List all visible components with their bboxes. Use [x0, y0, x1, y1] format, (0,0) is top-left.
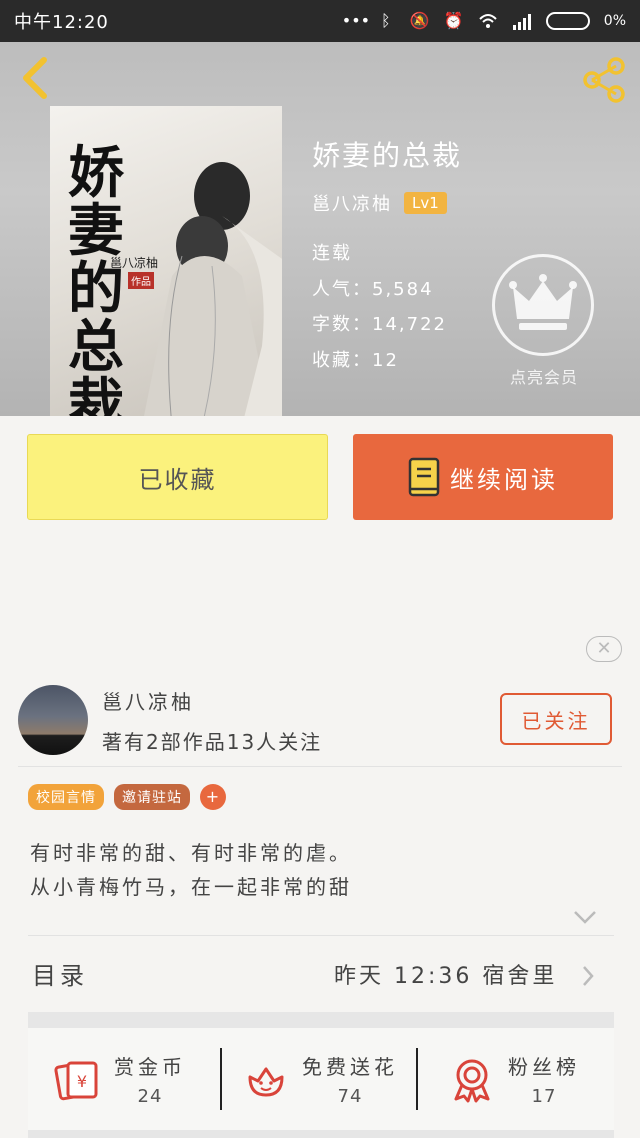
status-bar: 中午12:20 ••• ᛒ 🔕 ⏰ 0%: [0, 0, 640, 42]
book-favorites: 收藏：12: [312, 349, 399, 371]
book-title: 娇妻的总裁: [312, 139, 463, 172]
stat-value: 74: [337, 1086, 363, 1107]
divider: [28, 935, 614, 936]
separator: [220, 1048, 222, 1110]
book-description: 有时非常的甜、有时非常的虐。 从小青梅竹马，在一起非常的甜: [30, 836, 352, 904]
status-time: 中午12:20: [14, 12, 109, 33]
toc-label[interactable]: 目录: [32, 956, 88, 991]
chevron-down-icon[interactable]: [572, 908, 598, 926]
share-button[interactable]: [580, 56, 628, 104]
follow-label: 已关注: [521, 708, 591, 733]
tag-invite-resident[interactable]: 邀请驻站: [114, 784, 190, 810]
book-icon: [408, 457, 440, 497]
separator: [416, 1048, 418, 1110]
flower-icon: [248, 1067, 284, 1097]
medal-icon: [454, 1059, 490, 1103]
tag-list: 校园言情 邀请驻站 +: [28, 784, 226, 810]
stat-value: 17: [531, 1086, 557, 1107]
book-status: 连载: [312, 243, 352, 264]
latest-chapter[interactable]: 昨天 12:36 宿舍里: [334, 958, 557, 990]
more-dots-icon: •••: [341, 11, 371, 30]
book-header: 娇妻的总裁 邕八凉柚 作品 娇妻的总裁 邕八凉柚 Lv1 连载 人气：5,584…: [0, 42, 640, 416]
follow-button[interactable]: 已关注: [500, 693, 612, 745]
mute-icon: 🔕: [409, 11, 430, 30]
author-stats: 著有2部作品13人关注: [102, 730, 323, 754]
cover-title: 娇妻的总裁: [68, 140, 124, 416]
book-popularity: 人气：5,584: [312, 278, 434, 300]
stat-value: 24: [137, 1086, 163, 1107]
author-name[interactable]: 邕八凉柚: [102, 686, 194, 715]
continue-reading-button[interactable]: 继续阅读: [353, 434, 613, 520]
battery-percent: 0%: [603, 13, 626, 29]
section-gap: [28, 1012, 614, 1028]
battery-icon: [545, 12, 590, 30]
reward-coins[interactable]: ¥ 赏金币 24: [54, 1048, 186, 1110]
add-tag-button[interactable]: +: [200, 784, 226, 810]
author-line: 邕八凉柚 Lv1: [312, 190, 447, 216]
description-line: 从小青梅竹马，在一起非常的甜: [30, 875, 352, 899]
crown-icon: [509, 274, 577, 330]
wifi-icon: [479, 14, 497, 28]
red-envelope-icon: ¥: [54, 1061, 98, 1101]
level-badge: Lv1: [404, 192, 447, 214]
stat-label: 粉丝榜: [508, 1055, 580, 1079]
section-gap: [28, 1130, 614, 1138]
status-icons: ••• ᛒ 🔕 ⏰ 0%: [342, 11, 626, 31]
divider: [18, 766, 622, 767]
close-icon[interactable]: ✕: [586, 636, 622, 662]
alarm-icon: ⏰: [443, 11, 464, 30]
author-avatar[interactable]: [18, 685, 88, 755]
description-line: 有时非常的甜、有时非常的虐。: [30, 841, 352, 865]
stat-label: 赏金币: [114, 1055, 186, 1079]
svg-text:¥: ¥: [77, 1072, 87, 1091]
header-author-name[interactable]: 邕八凉柚: [312, 190, 392, 216]
chevron-right-icon[interactable]: [580, 964, 596, 988]
cover-author: 邕八凉柚: [110, 256, 159, 270]
signal-icon: [512, 14, 531, 30]
collect-label: 已收藏: [138, 465, 217, 494]
collect-button[interactable]: 已收藏: [27, 434, 328, 520]
book-meta: 连载 人气：5,584 字数：14,722 收藏：12: [312, 236, 447, 378]
book-cover[interactable]: 娇妻的总裁 邕八凉柚 作品: [50, 106, 282, 416]
vip-label: 点亮会员: [509, 368, 578, 387]
read-label: 继续阅读: [450, 465, 558, 494]
cover-seal: 作品: [128, 272, 154, 289]
free-flowers[interactable]: 免费送花 74: [242, 1048, 398, 1110]
fan-ranking[interactable]: 粉丝榜 17: [448, 1048, 580, 1110]
back-button[interactable]: [16, 56, 56, 100]
stat-label: 免费送花: [302, 1055, 398, 1079]
book-word-count: 字数：14,722: [312, 314, 447, 335]
tag-campus-romance[interactable]: 校园言情: [28, 784, 104, 810]
vip-button[interactable]: [492, 254, 594, 356]
bluetooth-icon: ᛒ: [380, 11, 391, 30]
stats-row: ¥ 赏金币 24 免费送花 74 粉丝榜 17: [28, 1028, 614, 1130]
